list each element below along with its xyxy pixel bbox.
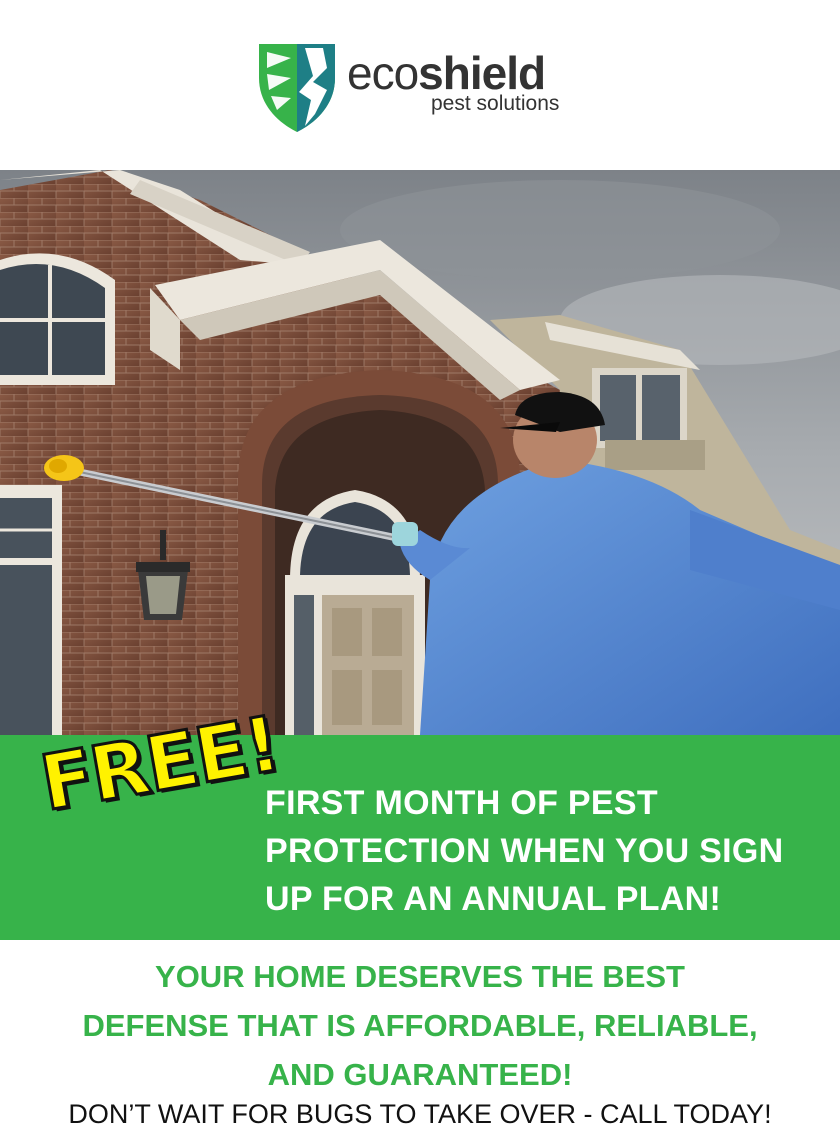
tagline-line: AND GUARANTEED! bbox=[267, 1057, 573, 1092]
brand-name-light: eco bbox=[347, 47, 419, 99]
header: ecoshield pest solutions bbox=[0, 0, 840, 170]
promo-line: PROTECTION WHEN YOU SIGN bbox=[265, 832, 784, 870]
hero-illustration bbox=[0, 170, 840, 735]
promo-text: FIRST MONTH OF PEST PROTECTION WHEN YOU … bbox=[265, 779, 835, 923]
value-tagline: YOUR HOME DESERVES THE BEST DEFENSE THAT… bbox=[20, 952, 820, 1099]
tagline-line: YOUR HOME DESERVES THE BEST bbox=[155, 959, 685, 994]
promo-line: UP FOR AN ANNUAL PLAN! bbox=[265, 880, 722, 918]
shield-icon bbox=[259, 44, 335, 132]
tagline-line: DEFENSE THAT IS AFFORDABLE, RELIABLE, bbox=[82, 1008, 758, 1043]
brand-name: ecoshield bbox=[347, 47, 546, 99]
hero-photo bbox=[0, 170, 840, 735]
promo-line: FIRST MONTH OF PEST bbox=[265, 784, 658, 822]
brand-logo[interactable]: ecoshield pest solutions bbox=[255, 38, 595, 138]
brand-tagline: pest solutions bbox=[431, 92, 560, 115]
call-to-action[interactable]: DON’T WAIT FOR BUGS TO TAKE OVER - CALL … bbox=[0, 1094, 840, 1134]
